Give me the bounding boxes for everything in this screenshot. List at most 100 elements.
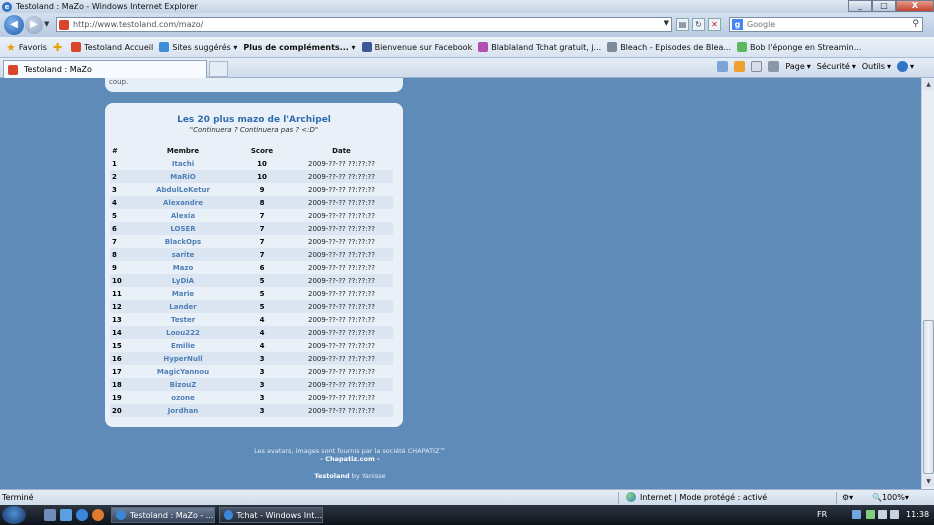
clock[interactable]: 11:38 xyxy=(906,510,929,519)
member-link[interactable]: Marie xyxy=(132,287,234,300)
rank-cell: 18 xyxy=(110,378,132,391)
member-link[interactable]: Itachi xyxy=(132,157,234,170)
member-link[interactable]: Tester xyxy=(132,313,234,326)
favorite-link-facebook[interactable]: Bienvenue sur Facebook xyxy=(361,42,472,52)
score-cell: 7 xyxy=(259,237,265,246)
member-link[interactable]: Emilie xyxy=(132,339,234,352)
tab-label: Testoland : MaZo xyxy=(24,65,92,74)
member-link[interactable]: AbdulLeKetur xyxy=(132,183,234,196)
refresh-icon[interactable]: ↻ xyxy=(692,18,705,31)
date-cell: 2009-??-?? ??:??:?? xyxy=(290,404,393,417)
member-link[interactable]: Mazo xyxy=(132,261,234,274)
home-icon[interactable] xyxy=(717,61,729,72)
member-link[interactable]: BizouZ xyxy=(132,378,234,391)
member-link[interactable]: Lander xyxy=(132,300,234,313)
member-link[interactable]: Alexia xyxy=(132,209,234,222)
member-link[interactable]: LOSER xyxy=(132,222,234,235)
table-row: 2 MaRiO 10 2009-??-?? ??:??:?? xyxy=(110,170,393,183)
close-button[interactable]: X xyxy=(896,0,934,12)
show-desktop-icon[interactable] xyxy=(44,509,56,521)
rank-cell: 6 xyxy=(110,222,132,235)
window-title-bar[interactable]: e Testoland : MaZo - Windows Internet Ex… xyxy=(0,0,934,13)
search-icon[interactable]: ⚲ xyxy=(912,19,919,29)
history-dropdown-icon[interactable]: ▼ xyxy=(44,20,49,28)
favorite-link-bleach[interactable]: Bleach - Episodes de Blea... xyxy=(607,42,731,52)
page-menu[interactable]: Page ▾ xyxy=(785,62,810,71)
member-link[interactable]: MagicYannou xyxy=(132,365,234,378)
taskbar-item-tchat[interactable]: Tchat - Windows Int... xyxy=(219,507,323,523)
favorite-link-blablaland[interactable]: Blablaland Tchat gratuit, j... xyxy=(478,42,601,52)
ie-quicklaunch-icon[interactable] xyxy=(76,509,88,521)
favorite-link-sites-suggeres[interactable]: Sites suggérés ▾ xyxy=(159,42,237,52)
ranking-panel: Les 20 plus mazo de l'Archipel "Continue… xyxy=(105,103,403,427)
search-input[interactable] xyxy=(747,20,897,29)
scroll-up-icon[interactable]: ▲ xyxy=(923,79,934,90)
security-menu[interactable]: Sécurité ▾ xyxy=(817,62,856,71)
score-cell: 3 xyxy=(234,378,290,391)
firefox-quicklaunch-icon[interactable] xyxy=(92,509,104,521)
table-header-row: # Membre Score Date xyxy=(110,144,393,157)
tab-testoland-mazo[interactable]: Testoland : MaZo xyxy=(3,60,207,78)
protection-settings-icon[interactable]: ⚙▾ xyxy=(842,493,853,502)
print-icon[interactable] xyxy=(768,61,780,72)
date-cell: 2009-??-?? ??:??:?? xyxy=(290,300,393,313)
language-indicator[interactable]: FR xyxy=(817,510,827,519)
date-cell: 2009-??-?? ??:??:?? xyxy=(290,326,393,339)
table-row: 18 BizouZ 3 2009-??-?? ??:??:?? xyxy=(110,378,393,391)
favorite-link-plus-complements[interactable]: Plus de compléments... ▾ xyxy=(243,43,355,52)
member-link[interactable]: MaRiO xyxy=(132,170,234,183)
back-button[interactable]: ◀ xyxy=(4,15,24,35)
ie-logo-icon: e xyxy=(2,1,12,12)
start-button[interactable] xyxy=(2,506,26,524)
stop-icon[interactable]: ✕ xyxy=(708,18,721,31)
favorite-link-testoland[interactable]: Testoland Accueil xyxy=(71,42,153,52)
compatibility-view-icon[interactable]: ▤ xyxy=(676,18,689,31)
scroll-thumb[interactable] xyxy=(923,320,934,474)
date-cell: 2009-??-?? ??:??:?? xyxy=(308,341,375,350)
address-bar[interactable]: http://www.testoland.com/mazo/ ▼ xyxy=(56,17,672,32)
volume-icon[interactable] xyxy=(890,510,899,519)
address-url[interactable]: http://www.testoland.com/mazo/ xyxy=(73,20,203,29)
score-cell: 7 xyxy=(234,248,290,261)
maximize-button[interactable]: □ xyxy=(872,0,896,12)
scroll-down-icon[interactable]: ▼ xyxy=(923,476,934,487)
switch-windows-icon[interactable] xyxy=(60,509,72,521)
feeds-icon[interactable] xyxy=(734,61,746,72)
new-tab-button[interactable] xyxy=(209,61,228,77)
vertical-scrollbar[interactable]: ▲ ▼ xyxy=(921,78,934,489)
member-link[interactable]: HyperNull xyxy=(132,352,234,365)
search-box[interactable]: g ⚲ xyxy=(729,17,923,32)
member-link[interactable]: LyDiA xyxy=(132,274,234,287)
date-cell: 2009-??-?? ??:??:?? xyxy=(290,222,393,235)
footer-chapatiz-link[interactable]: - Chapatiz.com - xyxy=(105,455,595,463)
forward-button[interactable]: ▶ xyxy=(25,16,43,34)
member-link[interactable]: Jordhan xyxy=(132,404,234,417)
member-link[interactable]: sarite xyxy=(132,248,234,261)
help-menu[interactable]: ▾ xyxy=(896,61,914,72)
favorites-button[interactable]: ★ Favoris xyxy=(6,41,47,54)
tools-menu[interactable]: Outils ▾ xyxy=(862,62,891,71)
score-cell: 5 xyxy=(234,274,290,287)
network-icon[interactable] xyxy=(878,510,887,519)
mail-icon[interactable] xyxy=(751,61,763,72)
score-cell: 3 xyxy=(259,393,265,402)
address-dropdown-icon[interactable]: ▼ xyxy=(664,19,669,27)
add-favorite-button[interactable]: ✚ xyxy=(53,41,65,54)
score-cell: 5 xyxy=(234,300,290,313)
member-link[interactable]: BlackOps xyxy=(132,235,234,248)
minimize-button[interactable]: _ xyxy=(848,0,872,12)
security-zone[interactable]: Internet | Mode protégé : activé xyxy=(626,492,767,502)
table-row: 8 sarite 7 2009-??-?? ??:??:?? xyxy=(110,248,393,261)
table-row: 14 Loou222 4 2009-??-?? ??:??:?? xyxy=(110,326,393,339)
member-link[interactable]: ozone xyxy=(132,391,234,404)
favorite-link-bob[interactable]: Bob l'éponge en Streamin... xyxy=(737,42,861,52)
taskbar-item-testoland[interactable]: Testoland : MaZo - ... xyxy=(111,507,215,523)
panel-title: Les 20 plus mazo de l'Archipel xyxy=(177,115,331,125)
member-link[interactable]: Loou222 xyxy=(132,326,234,339)
zoom-level[interactable]: 🔍100%▾ xyxy=(872,493,909,502)
tray-icon-1[interactable] xyxy=(852,510,861,519)
tray-icon-2[interactable] xyxy=(866,510,875,519)
score-cell: 4 xyxy=(259,315,265,324)
table-row: 17 MagicYannou 3 2009-??-?? ??:??:?? xyxy=(110,365,393,378)
member-link[interactable]: Alexandre xyxy=(132,196,234,209)
